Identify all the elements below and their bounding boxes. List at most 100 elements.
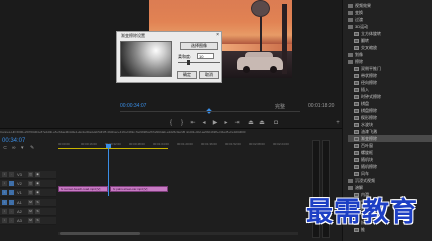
timeline-current-time[interactable]: 00:34:07 — [2, 138, 25, 144]
effects-item[interactable]: 立方体旋转 — [348, 30, 432, 37]
effects-item[interactable]: 交叉缩放 — [348, 44, 432, 51]
effects-folder[interactable]: 变换 — [348, 9, 432, 16]
track-target[interactable]: · — [9, 200, 14, 205]
effects-item[interactable]: 油漆飞溅 — [348, 128, 432, 135]
eye-icon[interactable]: ◉ — [35, 181, 40, 186]
effects-folder[interactable]: 擦除 — [348, 58, 432, 65]
effects-folder[interactable]: 划像 — [348, 51, 432, 58]
track-target[interactable]: · — [9, 181, 14, 186]
step-forward-icon[interactable]: ▸ — [222, 120, 230, 127]
step-back-icon[interactable]: ◂ — [200, 120, 208, 127]
lock-icon[interactable]: ▫ — [2, 181, 7, 186]
effects-item-label: 交叉缩放 — [361, 45, 377, 50]
extract-icon[interactable]: ⏏ — [258, 120, 266, 127]
effect-icon — [354, 87, 359, 92]
go-to-in-icon[interactable]: ⇤ — [189, 120, 197, 127]
eye-icon[interactable]: ◉ — [35, 172, 40, 177]
go-to-out-icon[interactable]: ⇥ — [233, 120, 241, 127]
effect-icon — [354, 66, 359, 71]
track-header-v1: ▫ · V1 ◫ ◉ — [0, 189, 56, 197]
timeline-clip[interactable]: fx palm-street-car.mp4 [V] — [110, 186, 168, 192]
lift-icon[interactable]: ⏏ — [247, 120, 255, 127]
linked-selection-icon[interactable]: ∞ — [12, 145, 16, 151]
lock-icon[interactable]: ▫ — [2, 172, 7, 177]
effects-item[interactable]: 水波块 — [348, 121, 432, 128]
effects-folder[interactable]: 视频效果 — [348, 2, 432, 9]
wrench-icon[interactable]: ✎ — [30, 145, 34, 151]
effects-item[interactable]: 双侧平推门 — [348, 65, 432, 72]
monitor-duration: 00:01:18:20 — [308, 103, 335, 109]
ruler-label: 00:02:24:00 — [273, 142, 289, 146]
ok-button[interactable]: 确定 — [177, 71, 197, 79]
timeline-scrollbar-thumb[interactable] — [60, 232, 140, 235]
timeline-clip[interactable]: fx sunset-beach-road.mp4 [V] — [58, 186, 108, 192]
sync-lock-icon[interactable]: ◫ — [28, 190, 33, 195]
effects-item[interactable]: 翻转 — [348, 37, 432, 44]
folder-icon — [348, 52, 353, 57]
track-target[interactable]: · — [9, 209, 14, 214]
sequence-tab[interactable]: Cannes-HD 6000+2D700d04+87e2d4b-e5-c64ae… — [0, 129, 342, 136]
monitor-timebar[interactable] — [120, 111, 300, 112]
solo-icon[interactable]: S — [35, 209, 40, 214]
solo-icon[interactable]: S — [35, 218, 40, 223]
export-frame-icon[interactable]: ◘ — [272, 120, 280, 127]
effects-item[interactable]: 时钟式擦除 — [348, 93, 432, 100]
add-marker-icon[interactable]: ▾ — [21, 145, 24, 151]
softness-slider[interactable] — [178, 62, 220, 63]
effects-item-label: 楔形擦除 — [361, 115, 377, 120]
effect-icon — [354, 94, 359, 99]
mute-icon[interactable]: M — [28, 209, 33, 214]
effects-item[interactable]: 螺旋框 — [348, 149, 432, 156]
track-header-a3: ▫ · A3 M S — [0, 217, 56, 225]
timeline-playhead[interactable] — [108, 145, 109, 196]
effects-item[interactable]: 风车 — [348, 170, 432, 177]
track-target[interactable]: · — [9, 172, 14, 177]
mute-icon[interactable]: M — [28, 200, 33, 205]
sync-lock-icon[interactable]: ◫ — [28, 172, 33, 177]
lock-icon[interactable]: ▫ — [2, 218, 7, 223]
effects-item[interactable]: 百叶窗 — [348, 142, 432, 149]
effects-item[interactable]: 棋盘擦除 — [348, 107, 432, 114]
folder-icon — [348, 17, 353, 22]
effects-folder[interactable]: 3D运动 — [348, 23, 432, 30]
effects-item[interactable]: 随机块 — [348, 156, 432, 163]
ruler-label: 00:00:16:00 — [81, 142, 97, 146]
effects-folder[interactable]: 过渡 — [348, 16, 432, 23]
solo-icon[interactable]: S — [35, 200, 40, 205]
mark-in-icon[interactable]: { — [167, 120, 175, 127]
monitor-fit-select[interactable]: 完整 — [275, 103, 285, 110]
effects-item[interactable]: 随机擦除 — [348, 163, 432, 170]
monitor-current-time[interactable]: 00:00:34:07 — [120, 103, 146, 109]
eye-icon[interactable]: ◉ — [35, 190, 40, 195]
sync-lock-icon[interactable]: ◫ — [28, 181, 33, 186]
mute-icon[interactable]: M — [28, 218, 33, 223]
softness-input[interactable]: 10 — [197, 53, 214, 59]
effects-folder[interactable]: 沉浸式视频 — [348, 177, 432, 184]
close-icon[interactable]: × — [216, 32, 219, 38]
softness-slider-knob[interactable] — [187, 60, 190, 65]
play-icon[interactable]: ▶ — [211, 120, 219, 127]
select-image-button[interactable]: 选择图像 — [180, 42, 218, 50]
work-area-bar[interactable] — [58, 148, 168, 149]
effects-item[interactable]: 渐变擦除 — [348, 135, 432, 142]
effects-item[interactable]: 径向擦除 — [348, 79, 432, 86]
track-target[interactable]: · — [9, 218, 14, 223]
effects-item[interactable]: 棋盘 — [348, 100, 432, 107]
snap-icon[interactable]: ⊂ — [3, 145, 7, 151]
lock-icon[interactable]: ▫ — [2, 209, 7, 214]
lock-icon[interactable]: ▫ — [2, 190, 7, 195]
lock-icon[interactable]: ▫ — [2, 200, 7, 205]
effects-item[interactable]: 楔形擦除 — [348, 114, 432, 121]
folder-icon — [348, 59, 353, 64]
effect-icon — [354, 164, 359, 169]
effects-item-label: 划像 — [355, 52, 363, 57]
effects-item-label: 变换 — [355, 10, 363, 15]
mark-out-icon[interactable]: } — [178, 120, 186, 127]
gradient-preview — [120, 41, 172, 77]
effects-item[interactable]: 插入 — [348, 86, 432, 93]
cancel-button[interactable]: 取消 — [199, 71, 219, 79]
effects-item-label: 沉浸式视频 — [355, 178, 375, 183]
track-target[interactable]: · — [9, 190, 14, 195]
effects-item[interactable]: 带状擦除 — [348, 72, 432, 79]
add-button-icon[interactable]: + — [334, 120, 342, 127]
